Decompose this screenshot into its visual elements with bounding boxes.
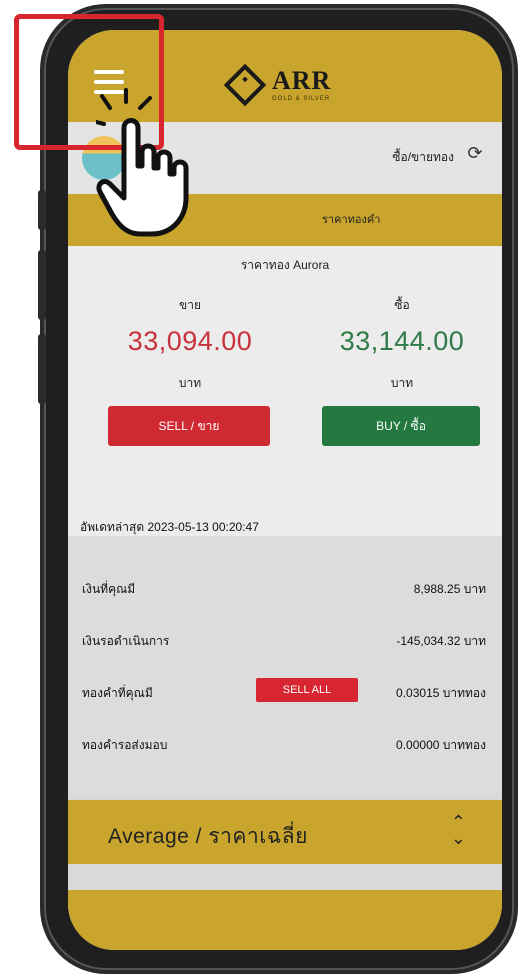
refresh-icon[interactable]: ⟳ [464,142,486,164]
gold-owned-label: ทองคำที่คุณมี [82,686,153,700]
price-card-title: ราคาทอง Aurora [240,258,330,272]
buy-label: ซื้อ [394,298,410,312]
gold-pending-label: ทองคำรอส่งมอบ [82,738,168,752]
gold-owned-value: 0.03015 บาททอง [396,686,486,700]
account-summary: เงินที่คุณมี 8,988.25 บาท เงินรอดำเนินกา… [68,536,502,794]
phone-volume-down [38,334,46,404]
sell-label: ขาย [179,298,201,312]
balance-label: เงินที่คุณมี [82,582,136,596]
buy-unit: บาท [390,376,414,390]
account-row-gold-owned: ทองคำที่คุณมี SELL ALL 0.03015 บาททอง [68,676,502,706]
buy-sell-gold-link[interactable]: ซื้อ/ขายทอง [392,148,454,167]
sell-all-button[interactable]: SELL ALL [256,678,358,702]
gold-pending-value: 0.00000 บาททอง [396,738,486,752]
select-chevron-icon: ⌃ ⌄ [450,812,466,848]
sell-price: 33,094.00 [127,326,253,356]
gold-price-tab[interactable]: ราคาทองคำ [322,210,380,228]
balance-value: 8,988.25 บาท [413,582,486,596]
logo-text: ARR [272,66,332,95]
pending-label: เงินรอดำเนินการ [82,634,170,648]
logo-subtitle: GOLD & SILVER [272,96,331,102]
phone-side-button [38,190,46,230]
price-card: ราคาทอง Aurora ขาย ซื้อ 33,094.00 33,144… [68,246,502,536]
average-select[interactable]: Average / ราคาเฉลี่ย ⌃ ⌄ [68,800,502,864]
account-row-pending: เงินรอดำเนินการ -145,034.32 บาท [68,624,502,654]
hand-pointer-icon [96,88,189,237]
buy-button[interactable]: BUY / ซื้อ [322,406,480,446]
last-updated: อัพเดทล่าสุด 2023-05-13 00:20:47 [80,520,259,534]
sell-unit: บาท [178,376,202,390]
account-row-balance: เงินที่คุณมี 8,988.25 บาท [68,572,502,602]
bottom-section [68,890,502,950]
account-row-gold-pending: ทองคำรอส่งมอบ 0.00000 บาททอง [68,728,502,758]
pending-value: -145,034.32 บาท [396,634,486,648]
sell-button[interactable]: SELL / ขาย [108,406,270,446]
average-select-label: Average / ราคาเฉลี่ย [108,825,308,848]
phone-volume-up [38,250,46,320]
buy-price: 33,144.00 [339,326,465,356]
